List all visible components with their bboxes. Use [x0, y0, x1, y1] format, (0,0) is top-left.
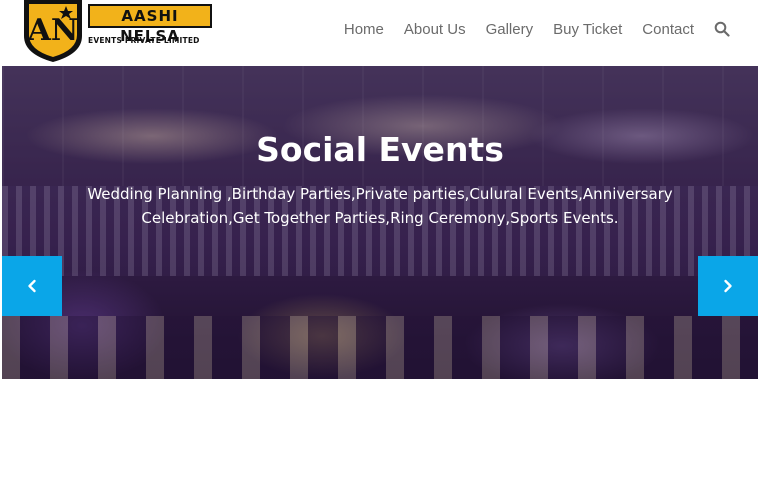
hero-description: Wedding Planning ,Birthday Parties,Priva… — [87, 185, 673, 227]
nav-buy-ticket[interactable]: Buy Ticket — [553, 21, 622, 38]
brand-subtitle: EVENTS PRIVATE LIMITED — [88, 36, 200, 45]
search-icon[interactable] — [714, 21, 730, 37]
nav-about-us[interactable]: About Us — [404, 21, 466, 38]
hero-title: Social Events — [256, 130, 504, 169]
slider-prev-button[interactable] — [2, 256, 62, 316]
chevron-right-icon — [724, 279, 732, 293]
nav-gallery[interactable]: Gallery — [486, 21, 534, 38]
logo-name-box: AASHI NELSA — [88, 4, 212, 45]
nav-contact[interactable]: Contact — [642, 21, 694, 38]
logo-badge-icon: AN — [24, 0, 82, 62]
site-header: AN AASHI NELSA EVENTS PRIVATE LIMITED Ho… — [0, 0, 760, 66]
chevron-left-icon — [28, 279, 36, 293]
brand-logo[interactable]: AN AASHI NELSA EVENTS PRIVATE LIMITED — [18, 0, 218, 66]
hero-slider: Social Events Wedding Planning ,Birthday… — [2, 66, 758, 379]
nav-home[interactable]: Home — [344, 21, 384, 38]
slider-next-button[interactable] — [698, 256, 758, 316]
brand-name: AASHI NELSA — [120, 7, 180, 45]
main-nav: Home About Us Gallery Buy Ticket Contact — [324, 18, 730, 40]
